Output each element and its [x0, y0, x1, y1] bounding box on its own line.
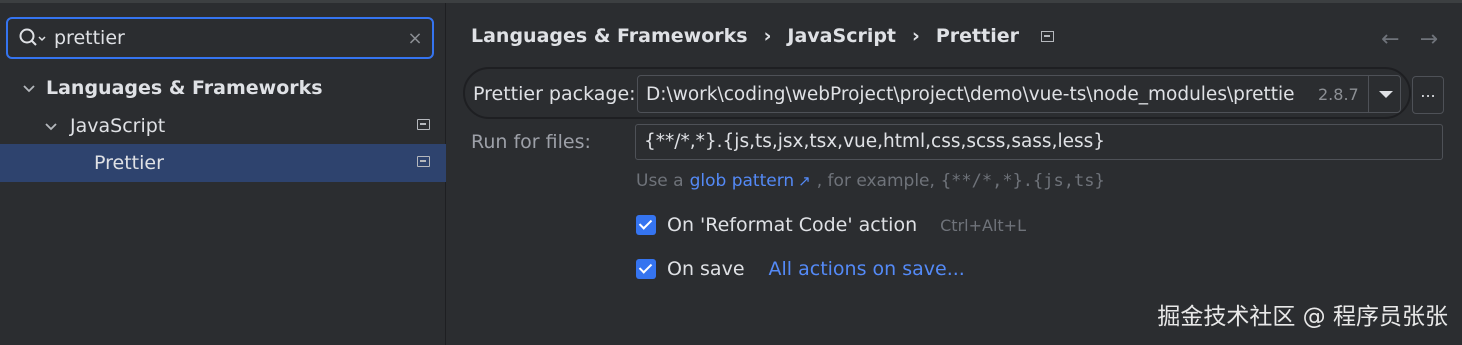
- prettier-package-path[interactable]: D:\work\coding\webProject\project\demo\v…: [646, 84, 1306, 105]
- tree-item-label: Languages & Frameworks: [46, 77, 323, 99]
- project-settings-icon: [1041, 30, 1054, 42]
- forward-arrow-icon[interactable]: →: [1420, 27, 1438, 52]
- breadcrumb: Languages & Frameworks › JavaScript › Pr…: [471, 25, 1054, 47]
- on-save-checkbox-label[interactable]: On save: [667, 258, 745, 280]
- reformat-shortcut: Ctrl+Alt+L: [940, 215, 1026, 235]
- project-settings-icon: [417, 119, 430, 130]
- breadcrumb-item-javascript[interactable]: JavaScript: [787, 25, 896, 47]
- prettier-package-label: Prettier package:: [473, 83, 636, 105]
- tree-item-prettier[interactable]: Prettier: [0, 144, 446, 182]
- reformat-checkbox[interactable]: [636, 215, 656, 235]
- on-save-option: On save All actions on save...: [636, 258, 965, 280]
- search-input[interactable]: prettier: [54, 27, 398, 49]
- breadcrumb-item-prettier: Prettier: [935, 25, 1019, 47]
- chevron-down-icon[interactable]: [20, 79, 38, 97]
- run-for-files-input[interactable]: {**/*,*}.{js,ts,jsx,tsx,vue,html,css,scs…: [635, 124, 1443, 160]
- prettier-version: 2.8.7: [1318, 85, 1359, 104]
- tree-item-languages-frameworks[interactable]: Languages & Frameworks: [0, 69, 446, 107]
- search-icon[interactable]: [18, 26, 48, 50]
- prettier-package-combobox[interactable]: D:\work\coding\webProject\project\demo\v…: [637, 75, 1401, 113]
- tree-item-label: JavaScript: [70, 115, 166, 137]
- on-save-checkbox[interactable]: [636, 259, 656, 279]
- run-for-files-value[interactable]: {**/*,*}.{js,ts,jsx,tsx,vue,html,css,scs…: [644, 131, 1105, 152]
- clear-search-icon[interactable]: ×: [398, 28, 432, 49]
- dropdown-arrow-icon[interactable]: [1368, 76, 1400, 112]
- tree-item-label: Prettier: [94, 152, 164, 174]
- prettier-package-row: Prettier package: D:\work\coding\webProj…: [463, 67, 1411, 119]
- settings-sidebar: prettier × Languages & Frameworks JavaSc…: [0, 3, 446, 345]
- watermark: 掘金技术社区 @ 程序员张张: [1157, 304, 1448, 330]
- project-settings-icon: [417, 156, 430, 167]
- glob-hint: Use a glob pattern ↗ , for example, {**/…: [636, 171, 1105, 191]
- breadcrumb-item-languages[interactable]: Languages & Frameworks: [471, 25, 748, 47]
- reformat-checkbox-label[interactable]: On 'Reformat Code' action: [667, 214, 917, 236]
- reformat-code-option: On 'Reformat Code' action Ctrl+Alt+L: [636, 214, 1026, 236]
- all-actions-on-save-link[interactable]: All actions on save...: [769, 258, 965, 280]
- back-arrow-icon[interactable]: ←: [1381, 27, 1399, 52]
- chevron-down-icon[interactable]: [42, 117, 60, 135]
- navigation-arrows: ← →: [1381, 27, 1438, 52]
- hint-example: {**/*,*}.{js,ts}: [940, 171, 1105, 191]
- settings-content: Languages & Frameworks › JavaScript › Pr…: [447, 3, 1462, 345]
- settings-search-box[interactable]: prettier ×: [6, 17, 434, 59]
- external-link-icon[interactable]: ↗: [798, 172, 811, 190]
- run-for-files-label: Run for files:: [471, 131, 591, 153]
- browse-button[interactable]: ...: [1412, 76, 1444, 114]
- hint-prefix: Use a: [636, 171, 684, 191]
- breadcrumb-separator: ›: [763, 25, 772, 47]
- tree-item-javascript[interactable]: JavaScript: [0, 107, 446, 145]
- hint-middle: , for example,: [816, 171, 935, 191]
- breadcrumb-separator: ›: [912, 25, 920, 47]
- glob-pattern-link[interactable]: glob pattern: [690, 171, 795, 191]
